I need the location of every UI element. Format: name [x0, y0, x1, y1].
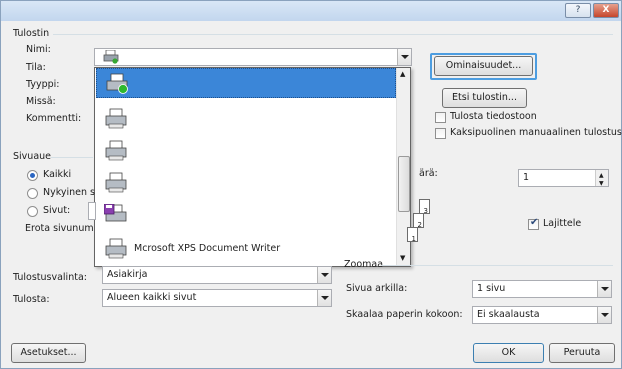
copies-input[interactable]: 1 ▲ ▼ [518, 169, 609, 187]
title-bar: ? X [1, 1, 621, 21]
zoom-divider [381, 265, 613, 266]
scroll-up-icon[interactable]: ▲ [400, 70, 405, 78]
printer-ready-icon [103, 50, 119, 64]
printer-item[interactable] [96, 68, 396, 98]
printer-icon [105, 140, 127, 161]
printer-comment-label: Kommentti: [26, 113, 82, 124]
printer-item[interactable] [96, 104, 396, 134]
print-what-label: Tulostusvalinta: [13, 272, 87, 283]
printer-type-label: Tyyppi: [26, 79, 60, 90]
scale-to-paper-select[interactable]: Ei skaalausta [472, 306, 612, 324]
pages-per-sheet-value: 1 sivu [477, 283, 506, 294]
printer-item[interactable] [96, 168, 396, 198]
chevron-down-icon[interactable] [397, 49, 411, 65]
printer-ready-icon [106, 73, 128, 94]
print-range-value: Alueen kaikki sivut [107, 292, 197, 303]
pages-input[interactable] [88, 202, 96, 220]
printer-item-label: Mcrosoft XPS Document Writer [134, 243, 281, 254]
print-dialog: ? X Tulostin Nimi: Tila: Tyyppi: Missä: … [0, 0, 622, 369]
printer-icon [105, 238, 127, 259]
printer-status-label: Tila: [26, 62, 46, 73]
copies-spinner[interactable]: ▲ ▼ [595, 170, 608, 186]
collate-page: 2 [413, 213, 424, 229]
scale-to-paper-label: Skaalaa paperin kokoon: [346, 309, 463, 320]
cancel-button[interactable]: Peruuta [549, 343, 615, 363]
manual-duplex-checkbox[interactable] [435, 128, 446, 139]
collate-checkbox[interactable] [528, 217, 539, 230]
chevron-down-icon[interactable] [597, 281, 611, 297]
printer-name-combo[interactable] [94, 48, 412, 66]
scroll-down-icon[interactable]: ▼ [400, 254, 405, 262]
print-range-select[interactable]: Alueen kaikki sivut [102, 289, 332, 307]
print-to-file-checkbox[interactable] [435, 112, 446, 123]
close-button[interactable]: X [593, 3, 619, 18]
printer-icon [105, 108, 127, 129]
pages-radio[interactable] [27, 206, 38, 217]
all-pages-label: Kaikki [43, 169, 72, 180]
options-button[interactable]: Asetukset... [11, 343, 86, 363]
all-pages-radio[interactable] [27, 170, 38, 181]
pages-per-sheet-label: Sivua arkilla: [346, 283, 408, 294]
collate-page: 1 [407, 227, 418, 243]
print-what-select[interactable]: Asiakirja [102, 266, 332, 284]
page-range-title: Sivuaue [13, 151, 51, 162]
current-page-label: Nykyinen s [43, 187, 96, 198]
current-page-radio[interactable] [27, 188, 38, 199]
collate-page: 3 [419, 199, 430, 215]
printer-icon [105, 172, 127, 193]
chevron-down-icon[interactable] [317, 267, 331, 283]
manual-duplex-label: Kaksipuolinen manuaalinen tulostus [450, 127, 622, 138]
zoom-title: Zoomaa [344, 259, 384, 270]
printer-group-title: Tulostin [13, 28, 50, 39]
pages-per-sheet-select[interactable]: 1 sivu [472, 280, 612, 298]
ok-button[interactable]: OK [473, 343, 544, 363]
chevron-down-icon[interactable] [317, 290, 331, 306]
copies-value: 1 [523, 172, 530, 183]
fax-printer-icon [104, 204, 127, 222]
printer-item[interactable] [96, 136, 396, 166]
page-separator-hint: Erota sivunum [25, 223, 94, 234]
printer-name-label: Nimi: [26, 44, 51, 55]
printer-where-label: Missä: [26, 96, 56, 107]
print-to-file-label: Tulosta tiedostoon [450, 111, 537, 122]
scrollbar-thumb[interactable] [398, 156, 410, 212]
properties-button[interactable]: Ominaisuudet... [434, 56, 533, 76]
find-printer-button[interactable]: Etsi tulostin... [442, 88, 527, 108]
scale-to-paper-value: Ei skaalausta [477, 309, 540, 320]
help-button[interactable]: ? [565, 3, 591, 18]
collate-label: Lajittele [543, 218, 582, 229]
copies-label: ärä: [419, 168, 438, 179]
print-range-label: Tulosta: [13, 294, 50, 305]
printer-dropdown-list[interactable]: Mcrosoft XPS Document Writer ▲ ▼ [94, 67, 411, 267]
spin-down-icon[interactable]: ▼ [599, 178, 604, 186]
page-range-divider [51, 157, 93, 158]
chevron-down-icon[interactable] [597, 307, 611, 323]
printer-group-divider [53, 34, 613, 35]
printer-item[interactable] [96, 200, 396, 230]
pages-label: Sivut: [43, 205, 71, 216]
print-what-value: Asiakirja [107, 269, 148, 280]
